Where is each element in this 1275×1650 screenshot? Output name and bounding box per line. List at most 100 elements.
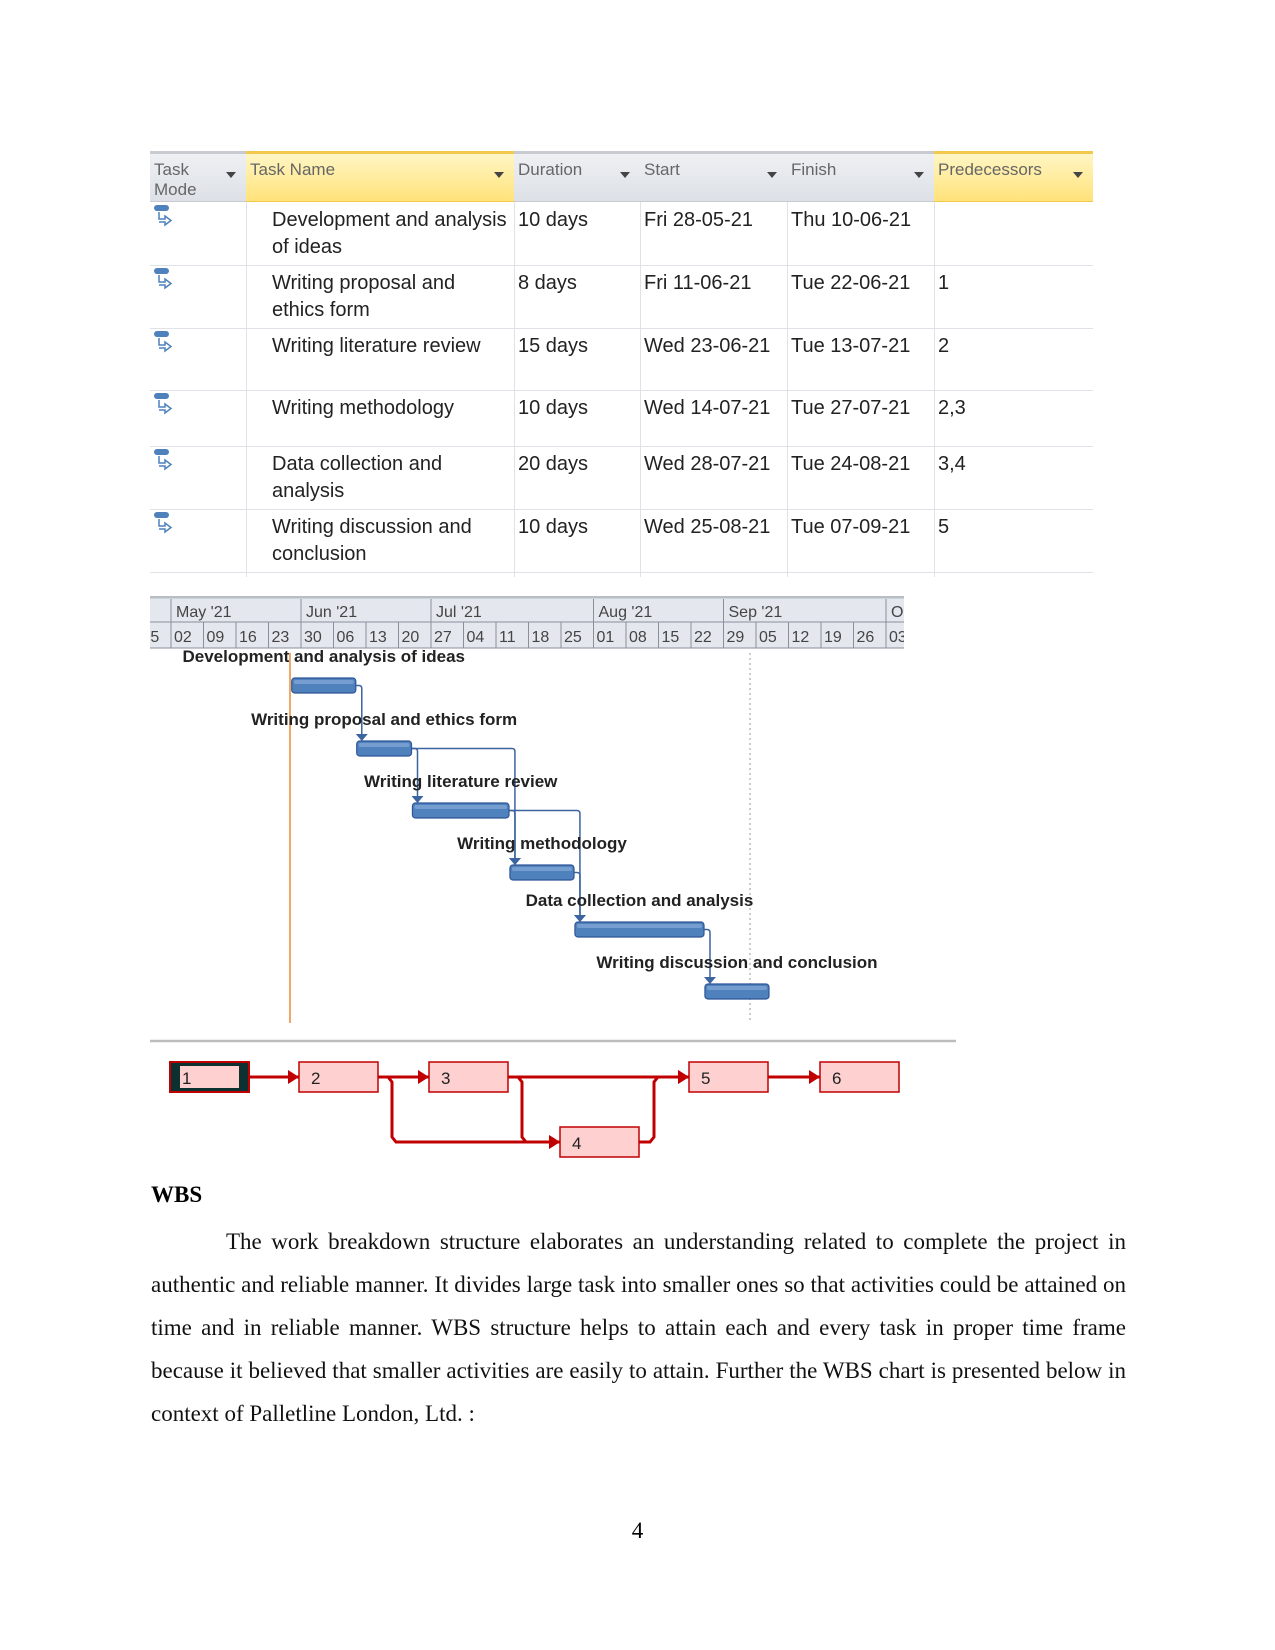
task-start-cell[interactable]: Wed 23-06-21	[640, 328, 787, 365]
network-node-label: 5	[701, 1069, 710, 1088]
task-finish-cell[interactable]: Tue 27-07-21	[787, 390, 934, 427]
auto-scheduled-task-icon	[154, 268, 173, 290]
task-start-cell[interactable]: Wed 28-07-21	[640, 446, 787, 483]
task-bar-label: Data collection and analysis	[526, 891, 754, 910]
task-bar-label: Writing methodology	[457, 834, 627, 853]
network-node-label: 2	[311, 1069, 320, 1088]
week-label: 04	[467, 629, 485, 646]
week-label: 08	[629, 629, 647, 646]
task-finish-cell[interactable]: Tue 22-06-21	[787, 265, 934, 302]
task-name-cell[interactable]: Writing discussion and conclusion	[268, 509, 514, 573]
task-name-cell[interactable]: Development and analysis of ideas	[268, 202, 514, 266]
week-label: 29	[727, 629, 745, 646]
column-header-label: Start	[644, 160, 680, 179]
task-predecessors-cell[interactable]: 1	[934, 265, 1093, 302]
task-name-cell[interactable]: Data collection and analysis	[268, 446, 514, 510]
column-header-finish[interactable]: Finish	[787, 151, 934, 202]
week-label: 19	[824, 629, 842, 646]
week-label: 01	[597, 629, 615, 646]
task-duration-cell[interactable]: 10 days	[514, 509, 640, 546]
network-node-label: 4	[572, 1134, 581, 1153]
week-label: 16	[239, 629, 257, 646]
week-label: 11	[499, 629, 516, 646]
task-predecessors-cell[interactable]	[934, 202, 1093, 212]
task-name-cell[interactable]: Writing methodology	[268, 390, 514, 427]
page-number: 4	[631, 1518, 644, 1543]
dropdown-arrow-icon[interactable]	[914, 172, 924, 178]
task-name-cell[interactable]: Writing proposal and ethics form	[268, 265, 514, 329]
week-label: 22	[694, 629, 712, 646]
arrow-icon	[678, 1070, 689, 1084]
task-duration-cell[interactable]: 20 days	[514, 446, 640, 483]
column-header-label: Finish	[791, 160, 837, 179]
week-label: 25	[564, 629, 582, 646]
network-link	[639, 1075, 689, 1144]
column-header-duration[interactable]: Duration	[514, 151, 640, 202]
week-label: 09	[207, 629, 225, 646]
task-finish-cell[interactable]: Thu 10-06-21	[787, 202, 934, 239]
dependency-arrow-icon	[411, 796, 424, 803]
task-predecessors-cell[interactable]: 5	[934, 509, 1093, 546]
task-bar-label: Writing discussion and conclusion	[596, 953, 877, 972]
dropdown-arrow-icon[interactable]	[620, 172, 630, 178]
task-name-cell[interactable]: Writing literature review	[268, 328, 514, 365]
task-bar-label: Writing literature review	[364, 772, 558, 791]
week-label: 30	[304, 629, 322, 646]
task-start-cell[interactable]: Fri 28-05-21	[640, 202, 787, 239]
dependency-arrow-icon	[574, 915, 586, 922]
dependency-arrow-icon	[355, 734, 368, 741]
column-header-label: Task Name	[250, 160, 336, 179]
week-label: 02	[174, 629, 192, 646]
month-label: Jun '21	[306, 604, 357, 621]
dropdown-arrow-icon[interactable]	[226, 172, 236, 178]
task-start-cell[interactable]: Wed 25-08-21	[640, 509, 787, 546]
task-bar-label: Development and analysis of ideas	[183, 647, 465, 666]
column-header-task-name[interactable]: Task Name	[246, 151, 514, 202]
network-node-label: 6	[832, 1069, 841, 1088]
auto-scheduled-task-icon	[154, 393, 173, 415]
task-finish-cell[interactable]: Tue 13-07-21	[787, 328, 934, 365]
task-duration-cell[interactable]: 8 days	[514, 265, 640, 302]
column-header-label: Predecessors	[938, 160, 1042, 179]
month-label: Jul '21	[436, 604, 482, 621]
task-predecessors-cell[interactable]: 2,3	[934, 390, 1093, 427]
task-start-cell[interactable]: Wed 14-07-21	[640, 390, 787, 427]
task-finish-cell[interactable]: Tue 07-09-21	[787, 509, 934, 546]
task-bar-label: Writing proposal and ethics form	[251, 710, 517, 729]
wbs-heading: WBS	[151, 1182, 203, 1207]
week-label: 06	[337, 629, 355, 646]
wbs-paragraph: The work breakdown structure elaborates …	[151, 1229, 1126, 1426]
column-header-label: Duration	[518, 160, 583, 179]
auto-scheduled-task-icon	[154, 449, 173, 471]
week-label: 25	[150, 629, 159, 646]
auto-scheduled-task-icon	[154, 331, 173, 353]
month-label: May '21	[176, 604, 232, 621]
week-label: 13	[369, 629, 387, 646]
month-label: Aug '21	[599, 604, 653, 621]
column-header-start[interactable]: Start	[640, 151, 787, 202]
task-predecessors-cell[interactable]: 2	[934, 328, 1093, 365]
arrow-icon	[549, 1135, 560, 1149]
week-label: 12	[792, 629, 810, 646]
column-header-task-mode[interactable]: Task Mode	[150, 151, 246, 202]
task-predecessors-cell[interactable]: 3,4	[934, 446, 1093, 483]
task-duration-cell[interactable]: 15 days	[514, 328, 640, 365]
dropdown-arrow-icon[interactable]	[494, 172, 504, 178]
network-diagram: 1 2 3 4 5 6	[150, 1039, 956, 1158]
column-header-predecessors[interactable]: Predecessors	[934, 151, 1093, 202]
auto-scheduled-task-icon	[154, 512, 173, 534]
network-node-label: 1	[182, 1069, 191, 1088]
task-duration-cell[interactable]: 10 days	[514, 390, 640, 427]
dropdown-arrow-icon[interactable]	[767, 172, 777, 178]
task-start-cell[interactable]: Fri 11-06-21	[640, 265, 787, 302]
dropdown-arrow-icon[interactable]	[1073, 172, 1083, 178]
week-label: 05	[759, 629, 777, 646]
network-link	[508, 1075, 560, 1144]
arrow-icon	[809, 1070, 820, 1084]
task-finish-cell[interactable]: Tue 24-08-21	[787, 446, 934, 483]
week-label: 23	[272, 629, 290, 646]
dependency-arrow-icon	[704, 977, 716, 984]
task-duration-cell[interactable]: 10 days	[514, 202, 640, 239]
week-label: 26	[857, 629, 875, 646]
arrow-icon	[288, 1070, 299, 1084]
